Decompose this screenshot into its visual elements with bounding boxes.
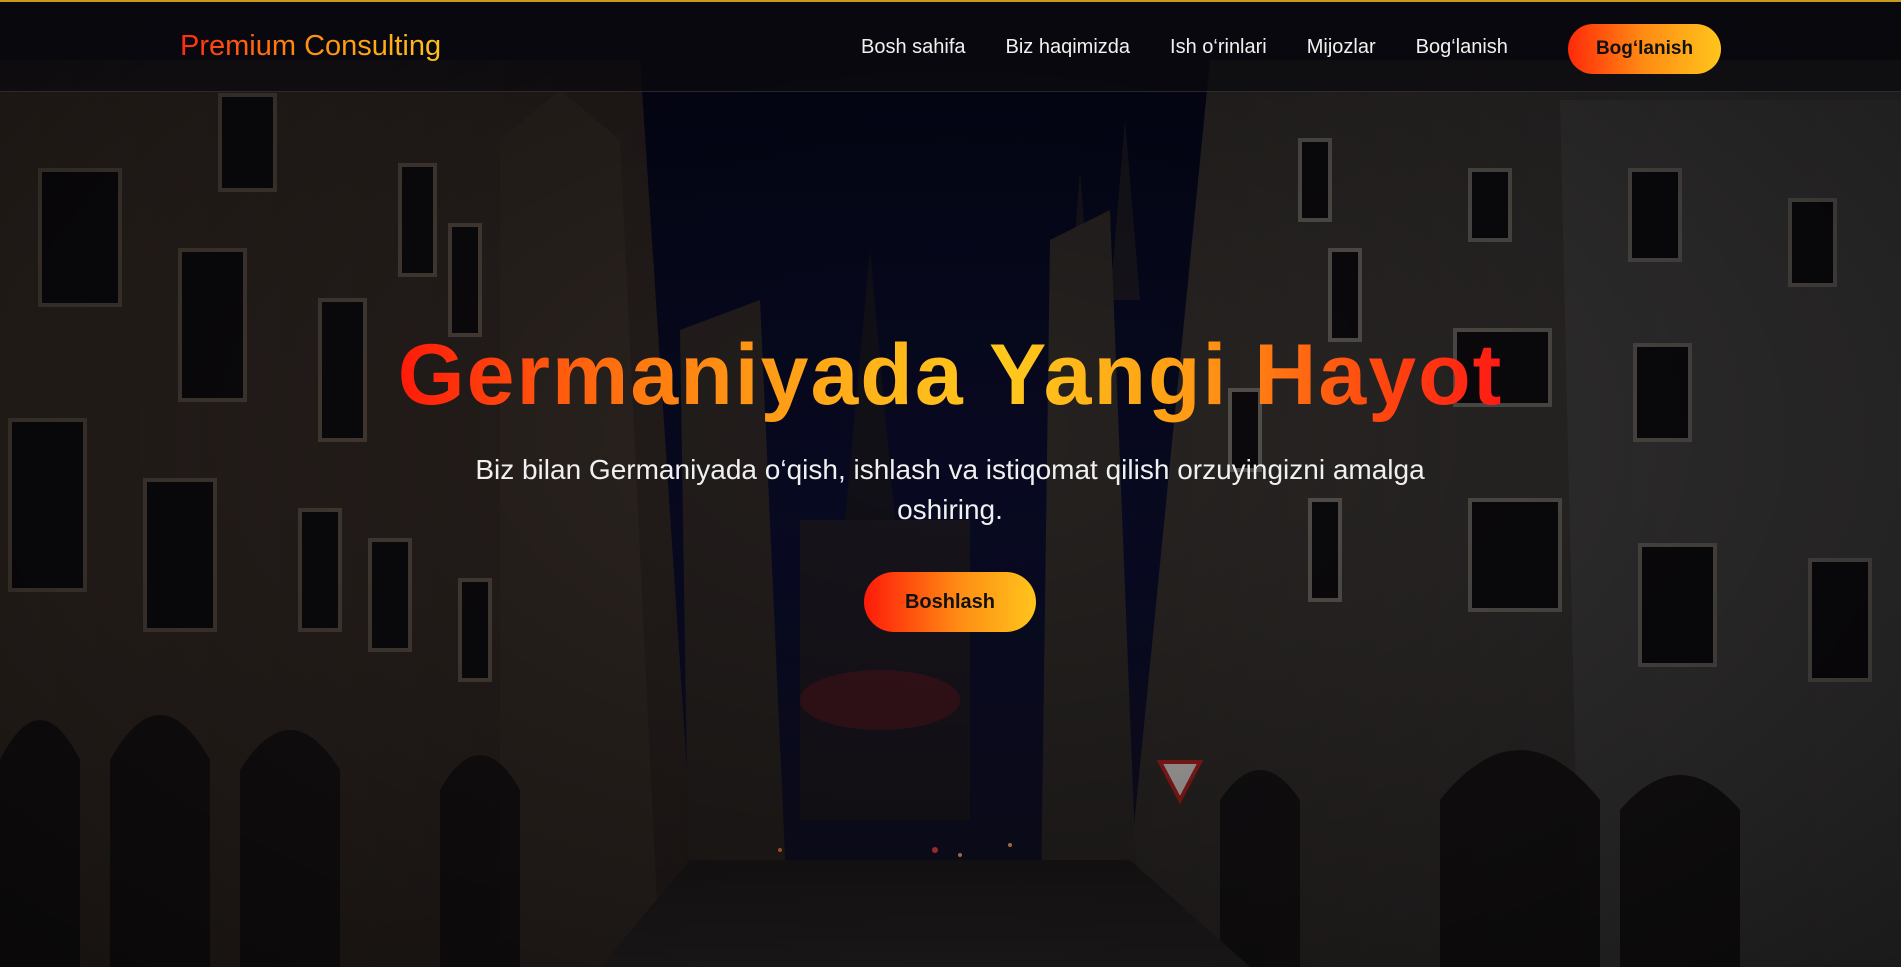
header-contact-button[interactable]: Bog‘lanish <box>1568 24 1721 74</box>
nav-item-jobs[interactable]: Ish o‘rinlari <box>1170 36 1267 59</box>
nav-item-home[interactable]: Bosh sahifa <box>861 36 966 59</box>
hero-title-text: Germaniyada Yangi Hayot <box>397 327 1504 423</box>
landing-page: Premium Consulting Bosh sahifa Biz haqim… <box>0 0 1901 967</box>
site-header: Premium Consulting Bosh sahifa Biz haqim… <box>0 0 1901 92</box>
brand-logo[interactable]: Premium Consulting <box>180 30 441 63</box>
nav-item-contact[interactable]: Bog‘lanish <box>1416 36 1508 59</box>
hero-title: Germaniyada Yangi Hayot <box>0 328 1901 423</box>
main-nav: Bosh sahifa Biz haqimizda Ish o‘rinlari … <box>861 36 1508 59</box>
start-button[interactable]: Boshlash <box>864 572 1036 632</box>
hero-subtitle: Biz bilan Germaniyada o‘qish, ishlash va… <box>475 454 1425 525</box>
nav-item-clients[interactable]: Mijozlar <box>1307 36 1376 59</box>
nav-item-about[interactable]: Biz haqimizda <box>1006 36 1131 59</box>
